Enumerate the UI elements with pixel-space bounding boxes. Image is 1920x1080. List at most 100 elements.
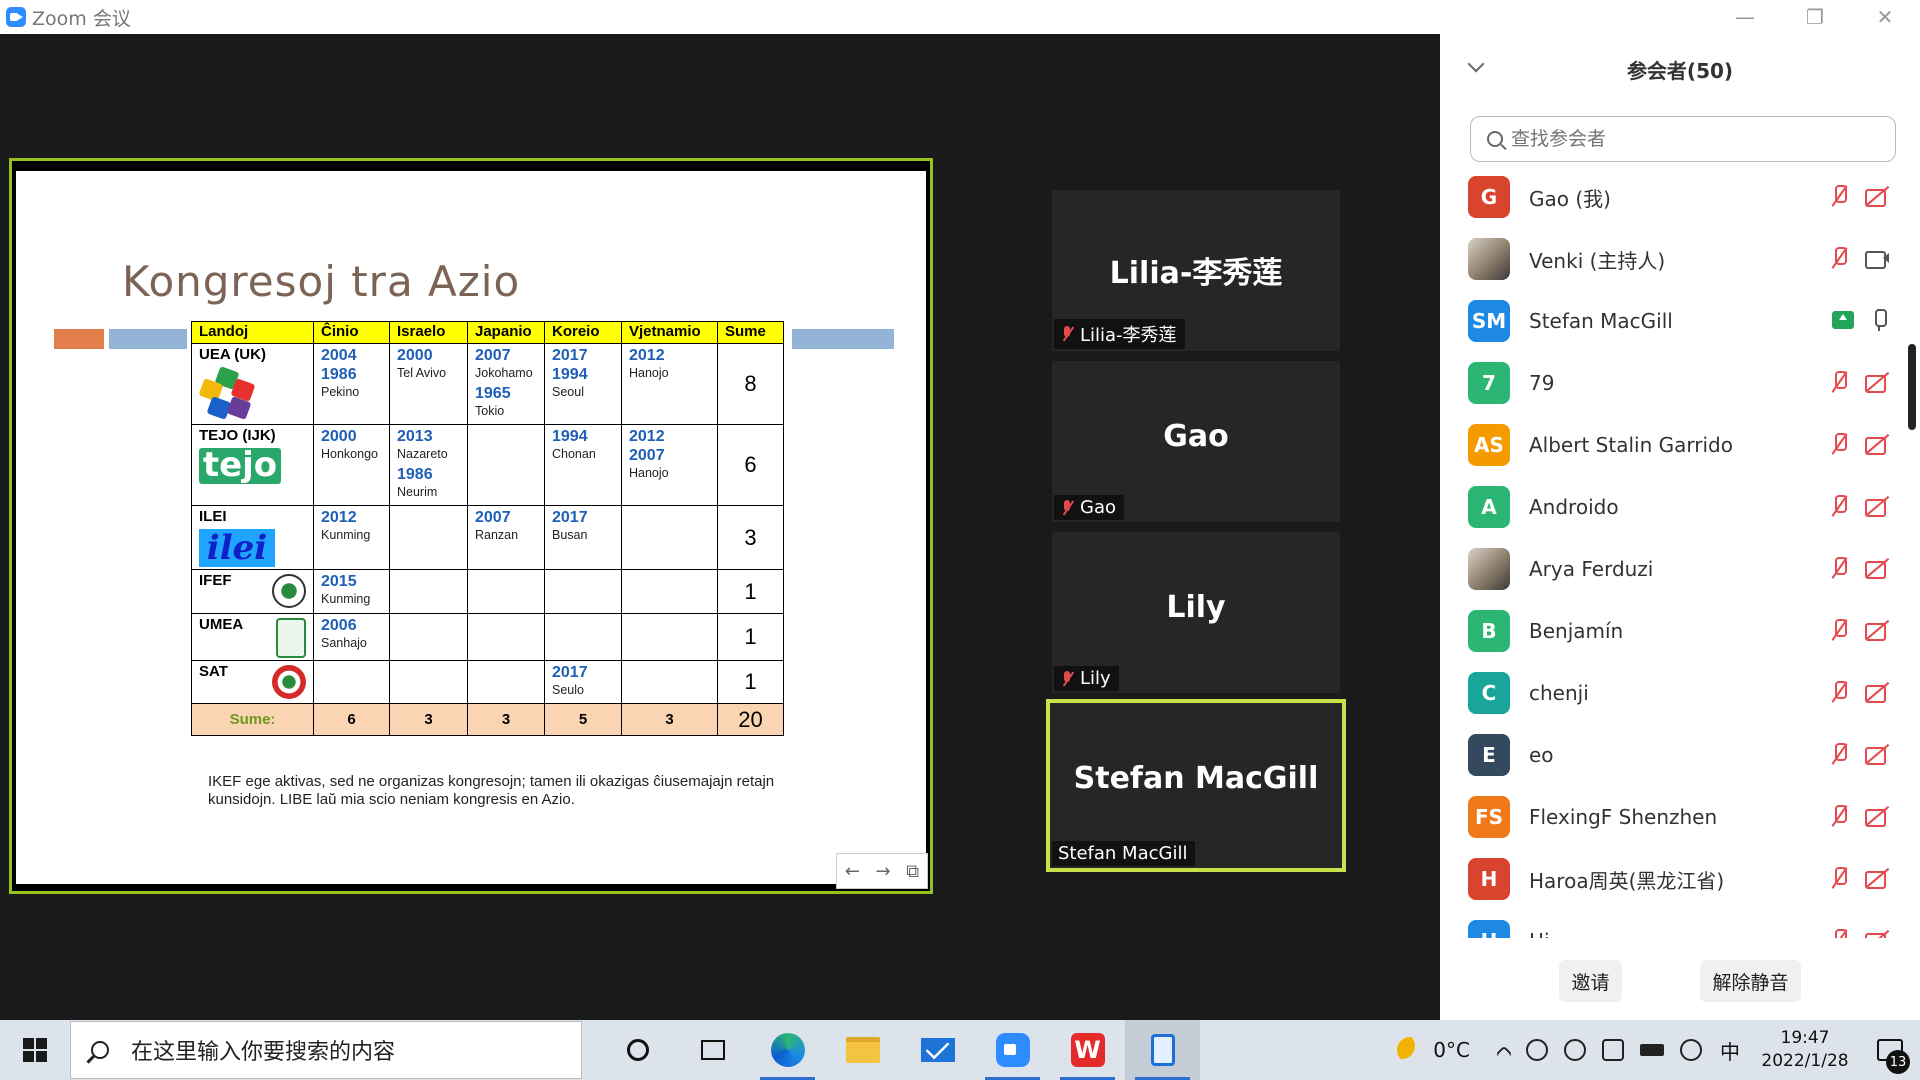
participant-row[interactable]: A Androido xyxy=(1440,476,1902,538)
mic-off-icon[interactable] xyxy=(1828,928,1850,938)
participant-row[interactable]: H Hi... xyxy=(1440,910,1902,938)
volume-icon[interactable] xyxy=(1680,1039,1702,1061)
time: 19:47 xyxy=(1780,1028,1830,1048)
participant-name: Gao (我) xyxy=(1529,186,1611,211)
chevron-down-icon[interactable] xyxy=(1467,55,1485,73)
camera-off-icon[interactable] xyxy=(1864,495,1890,517)
camera-off-icon[interactable] xyxy=(1864,929,1890,938)
camera-off-icon[interactable] xyxy=(1864,557,1890,579)
congress-city: Chonan xyxy=(552,447,596,461)
tablet-app-button[interactable] xyxy=(1125,1020,1200,1080)
org-cell: ILEI ilei xyxy=(191,505,314,570)
window-title: Zoom 会议 xyxy=(32,7,131,30)
participant-row[interactable]: Arya Ferduzi xyxy=(1440,538,1902,600)
participant-name: chenji xyxy=(1529,681,1589,705)
participant-row[interactable]: 7 79 xyxy=(1440,352,1902,414)
table-cell xyxy=(621,505,718,570)
mail-button[interactable] xyxy=(900,1020,975,1080)
mic-off-icon[interactable] xyxy=(1828,370,1850,394)
invite-button[interactable]: 邀请 xyxy=(1559,960,1622,1002)
file-explorer-button[interactable] xyxy=(825,1020,900,1080)
participant-row[interactable]: SM Stefan MacGill xyxy=(1440,290,1902,352)
task-view-button[interactable] xyxy=(675,1020,750,1080)
arrow-left-icon[interactable]: ← xyxy=(845,861,860,882)
temperature[interactable]: 0°C xyxy=(1433,1038,1470,1062)
search-input[interactable] xyxy=(1511,128,1871,150)
panel-title: 参会者(50) xyxy=(1626,58,1734,83)
mic-icon[interactable] xyxy=(1868,308,1890,332)
participant-row[interactable]: FS FlexingF Shenzhen xyxy=(1440,786,1902,848)
participant-search[interactable] xyxy=(1470,116,1896,162)
chevron-up-icon[interactable] xyxy=(1495,1045,1513,1063)
participant-row[interactable]: H Haroa周英(黑龙江省) xyxy=(1440,848,1902,910)
taskbar-search[interactable]: 在这里输入你要搜索的内容 xyxy=(70,1021,582,1079)
unmute-button[interactable]: 解除静音 xyxy=(1700,960,1801,1002)
tile-display-name: Stefan MacGill xyxy=(1073,761,1319,796)
camera-off-icon[interactable] xyxy=(1864,185,1890,207)
mic-off-icon[interactable] xyxy=(1828,618,1850,642)
user-icon[interactable] xyxy=(1526,1039,1548,1061)
mic-off-icon[interactable] xyxy=(1828,866,1850,890)
restore-icon[interactable]: ❐ xyxy=(1780,0,1850,34)
arrow-right-icon[interactable]: → xyxy=(876,861,891,882)
screen-capture-icon[interactable] xyxy=(1602,1039,1624,1061)
scrollbar-thumb[interactable] xyxy=(1908,344,1916,430)
start-button[interactable] xyxy=(0,1020,70,1080)
participant-name: Arya Ferduzi xyxy=(1529,557,1654,581)
camera-off-icon[interactable] xyxy=(1864,619,1890,641)
mic-off-icon[interactable] xyxy=(1828,184,1850,208)
screen-share-view[interactable]: Kongresoj tra Azio Landoj Ĉinio Israelo Jap… xyxy=(9,158,933,894)
participant-row[interactable]: AS Albert Stalin Garrido xyxy=(1440,414,1902,476)
wps-button[interactable]: W xyxy=(1050,1020,1125,1080)
edge-button[interactable] xyxy=(750,1020,825,1080)
clock[interactable]: 19:47 2022/1/28 xyxy=(1750,1027,1860,1073)
mic-off-icon[interactable] xyxy=(1828,556,1850,580)
mic-off-icon[interactable] xyxy=(1828,742,1850,766)
participant-row[interactable]: G Gao (我) xyxy=(1440,166,1902,228)
battery-icon[interactable] xyxy=(1640,1044,1664,1056)
system-tray: 0°C 中 19:47 2022/1/28 13 xyxy=(1397,1020,1920,1080)
cortana-button[interactable] xyxy=(600,1020,675,1080)
avatar xyxy=(1468,548,1510,590)
camera-off-icon[interactable] xyxy=(1864,371,1890,393)
slide-title: Kongresoj tra Azio xyxy=(122,257,521,306)
camera-off-icon[interactable] xyxy=(1864,681,1890,703)
video-tile[interactable]: Lilia-李秀莲 Lilia-李秀莲 xyxy=(1052,190,1340,351)
close-icon[interactable]: ✕ xyxy=(1850,0,1920,34)
camera-off-icon[interactable] xyxy=(1864,867,1890,889)
congress-city: Busan xyxy=(552,528,588,542)
task-view-icon xyxy=(700,1040,725,1060)
participant-status-icons xyxy=(1828,866,1890,890)
zoom-button[interactable] xyxy=(975,1020,1050,1080)
scrollbar[interactable] xyxy=(1906,200,1918,940)
participant-row[interactable]: Venki (主持人) xyxy=(1440,228,1902,290)
input-method[interactable]: 中 xyxy=(1720,1036,1740,1065)
participant-row[interactable]: Cchenji xyxy=(1440,662,1902,724)
network-icon[interactable] xyxy=(1564,1039,1586,1061)
participant-row[interactable]: Eeo xyxy=(1440,724,1902,786)
camera-off-icon[interactable] xyxy=(1864,805,1890,827)
column-total: 6 xyxy=(313,703,390,736)
table-cell xyxy=(313,660,390,704)
mic-off-icon[interactable] xyxy=(1828,494,1850,518)
participant-status-icons xyxy=(1828,742,1890,766)
congress-year: 2006 xyxy=(321,617,357,634)
weather-moon-icon[interactable] xyxy=(1397,1037,1424,1063)
mic-off-icon[interactable] xyxy=(1828,804,1850,828)
camera-icon[interactable] xyxy=(1864,247,1890,269)
participant-row[interactable]: B Benjamín xyxy=(1440,600,1902,662)
windows-taskbar: 在这里输入你要搜索的内容 W 0°C 中 19:47 2022/1/28 13 xyxy=(0,1020,1920,1080)
table-header-cell: Japanio xyxy=(467,321,545,344)
video-tile[interactable]: Gao Gao xyxy=(1052,361,1340,522)
taskbar-apps: W xyxy=(600,1020,1200,1080)
mic-off-icon[interactable] xyxy=(1828,432,1850,456)
popout-icon[interactable]: ⧉ xyxy=(906,861,919,882)
video-tile[interactable]: Lily Lily xyxy=(1052,532,1340,693)
notification-button[interactable]: 13 xyxy=(1860,1020,1920,1080)
minimize-icon[interactable]: — xyxy=(1710,0,1780,34)
camera-off-icon[interactable] xyxy=(1864,743,1890,765)
video-tile[interactable]: Stefan MacGill Stefan MacGill xyxy=(1046,699,1346,872)
mic-off-icon[interactable] xyxy=(1828,246,1850,270)
mic-off-icon[interactable] xyxy=(1828,680,1850,704)
camera-off-icon[interactable] xyxy=(1864,433,1890,455)
